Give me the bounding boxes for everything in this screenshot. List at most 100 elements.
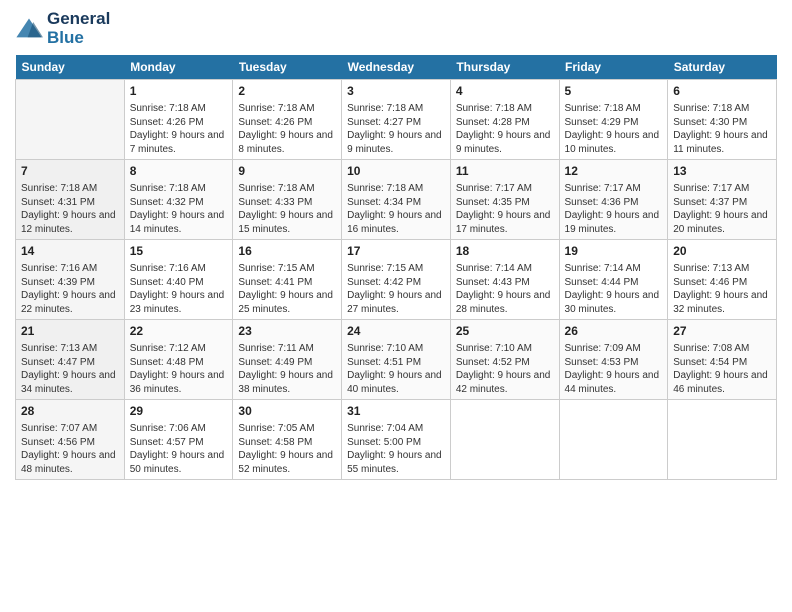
day-number: 21 [21, 323, 119, 340]
day-number: 24 [347, 323, 445, 340]
day-number: 18 [456, 243, 554, 260]
calendar-week-row: 28 Sunrise: 7:07 AMSunset: 4:56 PMDayligh… [16, 400, 777, 480]
day-number: 30 [238, 403, 336, 420]
cell-info: Sunrise: 7:13 AMSunset: 4:47 PMDaylight:… [21, 342, 119, 396]
calendar-cell: 10 Sunrise: 7:18 AMSunset: 4:34 PMDayligh… [342, 160, 451, 240]
day-number: 5 [565, 83, 663, 100]
calendar-cell: 25 Sunrise: 7:10 AMSunset: 4:52 PMDayligh… [450, 320, 559, 400]
day-number: 8 [130, 163, 228, 180]
calendar-cell [450, 400, 559, 480]
day-number: 15 [130, 243, 228, 260]
day-number: 28 [21, 403, 119, 420]
calendar-cell: 27 Sunrise: 7:08 AMSunset: 4:54 PMDayligh… [668, 320, 777, 400]
day-number: 27 [673, 323, 771, 340]
calendar-cell [559, 400, 668, 480]
cell-info: Sunrise: 7:18 AMSunset: 4:28 PMDaylight:… [456, 102, 554, 156]
calendar-cell: 12 Sunrise: 7:17 AMSunset: 4:36 PMDayligh… [559, 160, 668, 240]
day-number: 22 [130, 323, 228, 340]
day-number: 20 [673, 243, 771, 260]
calendar-cell [668, 400, 777, 480]
logo-icon [15, 15, 43, 43]
calendar-cell: 8 Sunrise: 7:18 AMSunset: 4:32 PMDaylight… [124, 160, 233, 240]
cell-info: Sunrise: 7:05 AMSunset: 4:58 PMDaylight:… [238, 422, 336, 476]
cell-info: Sunrise: 7:18 AMSunset: 4:31 PMDaylight:… [21, 182, 119, 236]
cell-info: Sunrise: 7:18 AMSunset: 4:29 PMDaylight:… [565, 102, 663, 156]
day-number: 9 [238, 163, 336, 180]
day-number: 29 [130, 403, 228, 420]
calendar-table: SundayMondayTuesdayWednesdayThursdayFrid… [15, 55, 777, 480]
cell-info: Sunrise: 7:10 AMSunset: 4:51 PMDaylight:… [347, 342, 445, 396]
calendar-cell: 4 Sunrise: 7:18 AMSunset: 4:28 PMDaylight… [450, 80, 559, 160]
calendar-cell: 2Sunrise: 7:18 AMSunset: 4:26 PMDaylight… [233, 80, 342, 160]
day-number: 13 [673, 163, 771, 180]
calendar-cell: 11 Sunrise: 7:17 AMSunset: 4:35 PMDayligh… [450, 160, 559, 240]
weekday-header-cell: Wednesday [342, 55, 451, 80]
day-number: 25 [456, 323, 554, 340]
calendar-cell: 14 Sunrise: 7:16 AMSunset: 4:39 PMDayligh… [16, 240, 125, 320]
cell-info: Sunrise: 7:12 AMSunset: 4:48 PMDaylight:… [130, 342, 228, 396]
calendar-cell: 22 Sunrise: 7:12 AMSunset: 4:48 PMDayligh… [124, 320, 233, 400]
calendar-cell: 28 Sunrise: 7:07 AMSunset: 4:56 PMDayligh… [16, 400, 125, 480]
calendar-cell [16, 80, 125, 160]
header: General Blue [15, 10, 777, 47]
calendar-cell: 17 Sunrise: 7:15 AMSunset: 4:42 PMDayligh… [342, 240, 451, 320]
weekday-header-cell: Saturday [668, 55, 777, 80]
cell-info: Sunrise: 7:18 AMSunset: 4:32 PMDaylight:… [130, 182, 228, 236]
cell-info: Sunrise: 7:17 AMSunset: 4:37 PMDaylight:… [673, 182, 771, 236]
cell-info: Sunrise: 7:18 AMSunset: 4:33 PMDaylight:… [238, 182, 336, 236]
day-number: 1 [130, 83, 228, 100]
calendar-cell: 1 Sunrise: 7:18 AMSunset: 4:26 PMDaylight… [124, 80, 233, 160]
calendar-week-row: 14 Sunrise: 7:16 AMSunset: 4:39 PMDayligh… [16, 240, 777, 320]
cell-info: Sunrise: 7:18 AMSunset: 4:26 PMDaylight:… [130, 102, 228, 156]
calendar-cell: 3 Sunrise: 7:18 AMSunset: 4:27 PMDaylight… [342, 80, 451, 160]
calendar-week-row: 21 Sunrise: 7:13 AMSunset: 4:47 PMDayligh… [16, 320, 777, 400]
day-number: 14 [21, 243, 119, 260]
calendar-cell: 19Sunrise: 7:14 AMSunset: 4:44 PMDayligh… [559, 240, 668, 320]
day-number: 11 [456, 163, 554, 180]
cell-info: Sunrise: 7:18 AMSunset: 4:30 PMDaylight:… [673, 102, 771, 156]
calendar-cell: 29 Sunrise: 7:06 AMSunset: 4:57 PMDayligh… [124, 400, 233, 480]
calendar-body: 1 Sunrise: 7:18 AMSunset: 4:26 PMDaylight… [16, 80, 777, 480]
calendar-cell: 31Sunrise: 7:04 AMSunset: 5:00 PMDayligh… [342, 400, 451, 480]
calendar-cell: 15 Sunrise: 7:16 AMSunset: 4:40 PMDayligh… [124, 240, 233, 320]
day-number: 10 [347, 163, 445, 180]
cell-info: Sunrise: 7:13 AMSunset: 4:46 PMDaylight:… [673, 262, 771, 316]
cell-info: Sunrise: 7:16 AMSunset: 4:40 PMDaylight:… [130, 262, 228, 316]
weekday-header-cell: Thursday [450, 55, 559, 80]
logo-text: General Blue [47, 10, 110, 47]
day-number: 3 [347, 83, 445, 100]
calendar-cell: 7Sunrise: 7:18 AMSunset: 4:31 PMDaylight… [16, 160, 125, 240]
calendar-header: SundayMondayTuesdayWednesdayThursdayFrid… [16, 55, 777, 80]
page-container: General Blue SundayMondayTuesdayWednesda… [0, 0, 792, 490]
cell-info: Sunrise: 7:08 AMSunset: 4:54 PMDaylight:… [673, 342, 771, 396]
weekday-header-cell: Sunday [16, 55, 125, 80]
calendar-cell: 18Sunrise: 7:14 AMSunset: 4:43 PMDayligh… [450, 240, 559, 320]
cell-info: Sunrise: 7:18 AMSunset: 4:27 PMDaylight:… [347, 102, 445, 156]
cell-info: Sunrise: 7:17 AMSunset: 4:35 PMDaylight:… [456, 182, 554, 236]
day-number: 2 [238, 83, 336, 100]
weekday-header-cell: Monday [124, 55, 233, 80]
calendar-cell: 26Sunrise: 7:09 AMSunset: 4:53 PMDayligh… [559, 320, 668, 400]
cell-info: Sunrise: 7:09 AMSunset: 4:53 PMDaylight:… [565, 342, 663, 396]
calendar-week-row: 7Sunrise: 7:18 AMSunset: 4:31 PMDaylight… [16, 160, 777, 240]
calendar-cell: 21 Sunrise: 7:13 AMSunset: 4:47 PMDayligh… [16, 320, 125, 400]
day-number: 23 [238, 323, 336, 340]
day-number: 16 [238, 243, 336, 260]
cell-info: Sunrise: 7:15 AMSunset: 4:42 PMDaylight:… [347, 262, 445, 316]
cell-info: Sunrise: 7:17 AMSunset: 4:36 PMDaylight:… [565, 182, 663, 236]
day-number: 31 [347, 403, 445, 420]
day-number: 6 [673, 83, 771, 100]
cell-info: Sunrise: 7:18 AMSunset: 4:34 PMDaylight:… [347, 182, 445, 236]
calendar-cell: 13 Sunrise: 7:17 AMSunset: 4:37 PMDayligh… [668, 160, 777, 240]
day-number: 4 [456, 83, 554, 100]
calendar-cell: 24 Sunrise: 7:10 AMSunset: 4:51 PMDayligh… [342, 320, 451, 400]
cell-info: Sunrise: 7:16 AMSunset: 4:39 PMDaylight:… [21, 262, 119, 316]
calendar-cell: 20 Sunrise: 7:13 AMSunset: 4:46 PMDayligh… [668, 240, 777, 320]
calendar-cell: 30 Sunrise: 7:05 AMSunset: 4:58 PMDayligh… [233, 400, 342, 480]
day-number: 17 [347, 243, 445, 260]
cell-info: Sunrise: 7:06 AMSunset: 4:57 PMDaylight:… [130, 422, 228, 476]
cell-info: Sunrise: 7:10 AMSunset: 4:52 PMDaylight:… [456, 342, 554, 396]
cell-info: Sunrise: 7:07 AMSunset: 4:56 PMDaylight:… [21, 422, 119, 476]
calendar-cell: 23Sunrise: 7:11 AMSunset: 4:49 PMDayligh… [233, 320, 342, 400]
day-number: 12 [565, 163, 663, 180]
